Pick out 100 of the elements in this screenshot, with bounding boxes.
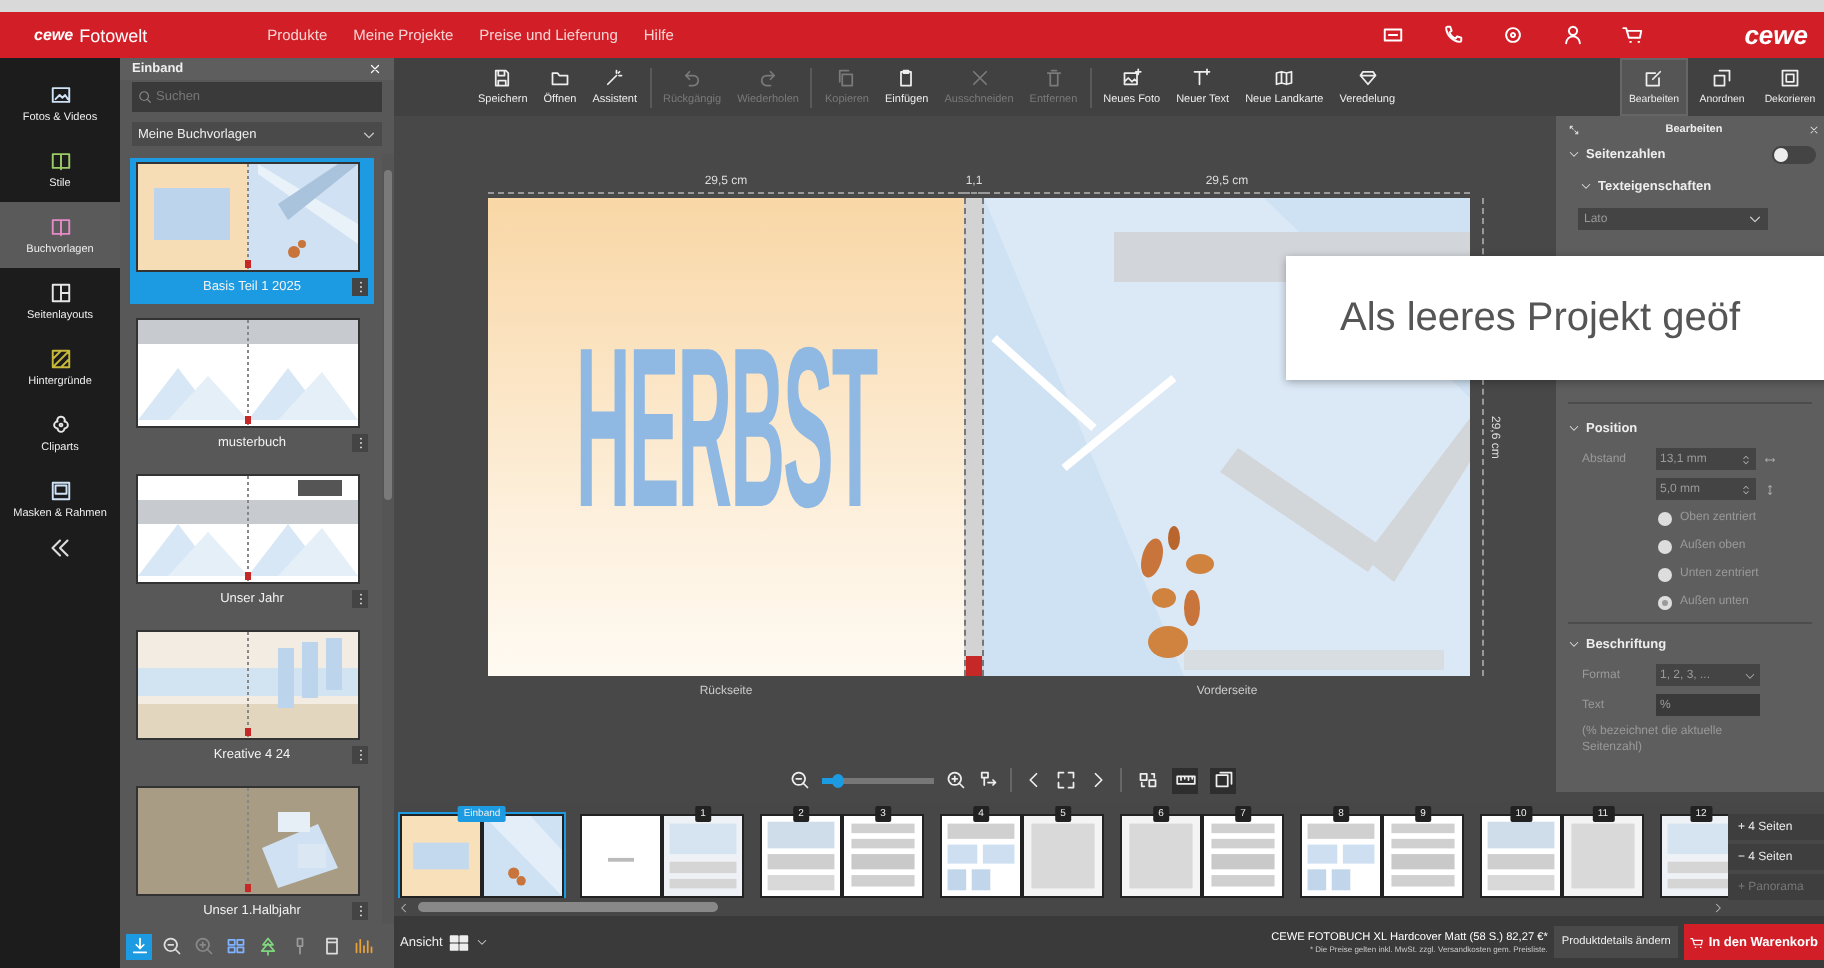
resize-icon[interactable] xyxy=(1568,124,1580,136)
chevron-down-icon[interactable] xyxy=(1568,422,1580,434)
flower-icon xyxy=(49,413,71,435)
horizontal-arrows-icon xyxy=(1764,453,1776,465)
grid-icon xyxy=(448,931,471,953)
spine[interactable] xyxy=(964,198,984,676)
spine-tag xyxy=(966,656,982,676)
zoom-in-icon[interactable] xyxy=(946,770,966,790)
diamond-icon xyxy=(1357,68,1378,88)
phone-icon[interactable] xyxy=(1442,24,1465,46)
book-icon xyxy=(49,215,71,237)
cart-icon xyxy=(1690,935,1705,949)
page-thumbnail-drawing xyxy=(1382,814,1464,899)
chat-icon[interactable] xyxy=(1382,24,1405,46)
close-icon[interactable] xyxy=(1808,124,1820,136)
zoom-slider[interactable] xyxy=(822,777,934,783)
chevron-down-icon xyxy=(362,127,376,141)
stripes-icon xyxy=(49,347,71,369)
zoom-out-icon[interactable] xyxy=(790,770,810,790)
add-photo-icon xyxy=(1121,68,1142,88)
page-thumbnail-drawing xyxy=(1022,814,1104,899)
zoom-out-tool-button[interactable] xyxy=(158,933,184,959)
edit-icon xyxy=(1644,68,1664,88)
layers-icon xyxy=(1213,770,1233,790)
chevron-down-icon xyxy=(476,936,489,948)
radio-button[interactable] xyxy=(1658,511,1672,525)
chevron-down-icon[interactable] xyxy=(1580,180,1592,192)
page-thumbnail-drawing xyxy=(842,814,924,899)
layout-icon xyxy=(49,281,71,303)
photo-icon xyxy=(49,83,71,105)
chevron-down-icon[interactable] xyxy=(1568,148,1580,160)
fullscreen-icon[interactable] xyxy=(1056,770,1076,790)
page-thumbnail-drawing xyxy=(1480,814,1562,899)
page-thumbnail-drawing xyxy=(1202,814,1284,899)
gear-icon[interactable] xyxy=(1502,24,1525,46)
book-icon xyxy=(49,149,71,171)
zoom-out-icon xyxy=(161,936,181,956)
bars-tool-button[interactable] xyxy=(350,933,376,959)
collapse-button[interactable] xyxy=(48,536,72,560)
bars-icon xyxy=(353,936,373,956)
swap-icon xyxy=(1137,770,1157,790)
chevron-left-icon[interactable] xyxy=(398,901,410,914)
more-button[interactable] xyxy=(352,434,368,452)
save-icon xyxy=(492,68,513,88)
more-button[interactable] xyxy=(352,590,368,608)
close-icon xyxy=(368,62,382,76)
chevron-down-icon[interactable] xyxy=(1568,638,1580,650)
framed-photo-icon xyxy=(49,479,71,501)
chevron-right-icon[interactable] xyxy=(1712,901,1724,914)
page-thumbnail-drawing xyxy=(482,814,564,899)
copy-icon xyxy=(836,68,857,88)
tree-icon xyxy=(257,936,277,956)
arrange-icon xyxy=(1712,68,1732,88)
grid-icon xyxy=(225,936,245,956)
page-thumbnail-drawing xyxy=(1562,814,1644,899)
user-icon[interactable] xyxy=(1562,24,1585,46)
frame-icon xyxy=(1780,68,1800,88)
zoom-in-icon xyxy=(193,936,213,956)
add-text-icon xyxy=(1192,68,1213,88)
download-icon xyxy=(129,936,149,956)
page-thumbnail-drawing xyxy=(662,814,744,899)
close-button[interactable] xyxy=(368,62,382,76)
page-thumbnail-drawing xyxy=(1660,814,1728,899)
scissors-icon xyxy=(969,68,989,88)
more-button[interactable] xyxy=(352,746,368,764)
radio-button[interactable] xyxy=(1658,539,1672,553)
radio-button[interactable] xyxy=(1658,595,1672,609)
vertical-arrows-icon xyxy=(1764,483,1776,495)
search-icon xyxy=(138,90,152,104)
undo-icon xyxy=(682,68,703,88)
page-thumbnail-drawing xyxy=(1300,814,1382,899)
download-tool-button[interactable] xyxy=(126,933,152,959)
move-icon[interactable] xyxy=(978,770,998,790)
ruler-toggle[interactable] xyxy=(1172,767,1198,793)
chevron-down-icon xyxy=(1748,212,1762,226)
toggle-switch[interactable] xyxy=(1772,145,1816,163)
page-thumbnail-drawing xyxy=(400,814,482,899)
spinner-icon xyxy=(1740,483,1752,495)
swap-toggle[interactable] xyxy=(1134,767,1160,793)
brand-logo[interactable]: cewe xyxy=(34,26,74,44)
folder-icon xyxy=(549,68,570,88)
radio-button[interactable] xyxy=(1658,567,1672,581)
spinner-icon xyxy=(1740,453,1752,465)
more-button[interactable] xyxy=(352,902,368,920)
grid-tool-button[interactable] xyxy=(222,933,248,959)
chevron-down-icon xyxy=(1744,669,1756,681)
page-thumbnail-drawing xyxy=(940,814,1022,899)
device-icon xyxy=(321,936,341,956)
paste-icon xyxy=(896,68,917,88)
more-button[interactable] xyxy=(352,278,368,296)
toast-message: Als leeres Projekt geöf xyxy=(1286,256,1824,380)
layers-toggle[interactable] xyxy=(1210,767,1236,793)
brand-logo[interactable]: cewe xyxy=(1744,20,1808,50)
double-chevron-icon xyxy=(48,536,72,560)
trash-icon xyxy=(1043,68,1064,88)
ruler-icon xyxy=(1175,770,1195,790)
page-thumbnail-drawing xyxy=(1120,814,1202,899)
magic-wand-icon xyxy=(604,68,625,88)
page-thumbnail-drawing xyxy=(760,814,842,899)
cart-icon[interactable] xyxy=(1622,24,1645,46)
